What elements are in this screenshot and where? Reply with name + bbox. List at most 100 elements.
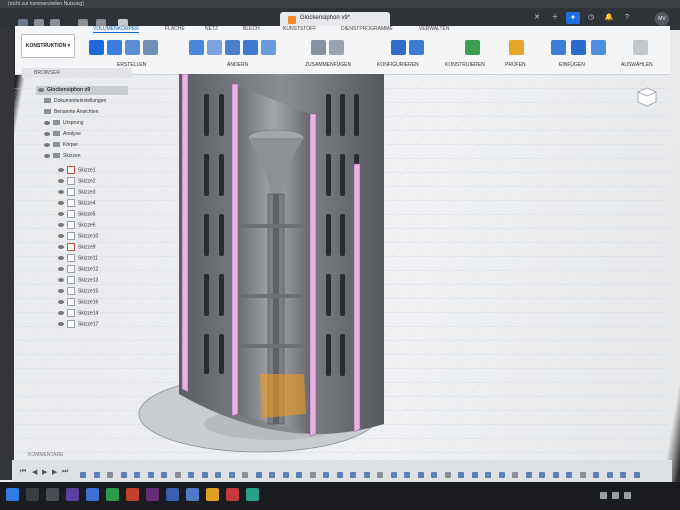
sketch-item[interactable]: Skizze9 [58,243,96,251]
as-built-joint-icon[interactable] [329,40,344,55]
timeline-feature-icon[interactable] [107,472,113,478]
timeline-feature-icon[interactable] [80,472,86,478]
hole-icon[interactable] [143,40,158,55]
timeline-feature-icon[interactable] [552,472,559,478]
timeline-feature-icon[interactable] [147,472,154,478]
timeline-feature-icon[interactable] [633,472,640,478]
timeline-feature-icon[interactable] [404,472,410,478]
sketch-item[interactable]: Skizze11 [58,254,98,262]
group-einfuegen[interactable]: EINFÜGEN [559,62,585,68]
revolve-icon[interactable] [125,40,140,55]
browser-item-koerper[interactable]: Körper [44,142,78,148]
group-konstruieren[interactable]: KONSTRUIEREN [445,62,485,68]
browser-item-benannte-ansichten[interactable]: Benannte Ansichten [44,109,98,115]
visibility-eye-icon[interactable] [38,87,44,92]
insert-mesh-icon[interactable] [571,40,586,55]
visibility-eye-icon[interactable] [44,131,50,136]
sketch-item[interactable]: Skizze14 [58,309,98,317]
offset-plane-icon[interactable] [465,40,480,55]
new-tab-icon[interactable]: ＋ [548,12,562,24]
sketch-item[interactable]: Skizze10 [58,232,98,240]
timeline-feature-icon[interactable] [161,472,167,478]
tab-flaeche[interactable]: FLÄCHE [165,26,185,32]
shell-icon[interactable] [243,40,258,55]
insert-canvas-icon[interactable] [591,40,606,55]
timeline-feature-icon[interactable] [390,472,397,478]
tray-icon[interactable] [612,492,619,499]
timeline-feature-icon[interactable] [431,472,437,478]
help-icon[interactable]: ? [620,12,634,24]
powerpoint-icon[interactable] [126,488,139,501]
tab-dienstprogramme[interactable]: DIENSTPROGRAMME [341,26,393,32]
timeline-feature-icon[interactable] [269,472,275,478]
timeline-feature-icon[interactable] [242,472,248,478]
sketch-item[interactable]: Skizze12 [58,265,98,273]
group-aendern[interactable]: ÄNDERN [227,62,248,68]
parameters-icon[interactable] [391,40,406,55]
sketch-item[interactable]: Skizze3 [58,188,96,196]
group-auswaehlen[interactable]: AUSWÄHLEN [621,62,653,68]
timeline-feature-icon[interactable] [458,472,464,478]
onenote-icon[interactable] [146,488,159,501]
browser-item-skizzen[interactable]: Skizzen [44,153,81,159]
sketch-item[interactable]: Skizze6 [58,221,96,229]
app-blue-icon[interactable] [186,488,199,501]
chamfer-icon[interactable] [225,40,240,55]
browser-item-dokumenteinstellungen[interactable]: Dokumenteinstellungen [44,98,106,104]
tray-icon[interactable] [624,492,631,499]
fillet-icon[interactable] [207,40,222,55]
visibility-eye-icon[interactable] [44,153,50,158]
timeline-feature-icon[interactable] [377,472,383,478]
task-view-icon[interactable] [26,488,39,501]
teams-icon[interactable] [66,488,79,501]
timeline-feature-icon[interactable] [255,472,262,478]
fusion-taskbar-icon[interactable] [206,488,219,501]
timeline-play-icon[interactable]: ▶ [42,468,47,476]
group-pruefen[interactable]: PRÜFEN [505,62,526,68]
comments-panel-label[interactable]: KOMMENTARE [28,452,63,458]
tab-verwalten[interactable]: VERWALTEN [419,26,449,32]
press-pull-icon[interactable] [189,40,204,55]
tab-volumenkoerper[interactable]: VOLUMENKÖRPER [93,26,139,33]
app-l-icon[interactable] [166,488,179,501]
group-konfigurieren[interactable]: KONFIGURIEREN [377,62,419,68]
sketch-item[interactable]: Skizze5 [58,210,96,218]
joint-icon[interactable] [311,40,326,55]
tray-icon[interactable] [600,492,607,499]
timeline-feature-icon[interactable] [309,472,316,478]
measure-icon[interactable] [509,40,524,55]
sketch-item[interactable]: Skizze1 [58,166,96,174]
timeline-feature-icon[interactable] [539,472,545,478]
timeline-feature-icon[interactable] [579,472,586,478]
app-teal-icon[interactable] [246,488,259,501]
view-cube[interactable] [636,86,658,108]
excel-icon[interactable] [106,488,119,501]
insert-derive-icon[interactable] [551,40,566,55]
browser-root[interactable]: Glockensiphon v9 [38,87,90,93]
new-component-icon[interactable] [89,40,104,55]
group-zusammenfuegen[interactable]: ZUSAMMENFÜGEN [305,62,351,68]
timeline-feature-icon[interactable] [593,472,599,478]
select-icon[interactable] [633,40,648,55]
visibility-eye-icon[interactable] [44,120,50,125]
timeline-feature-icon[interactable] [120,472,127,478]
timeline-back-icon[interactable]: ◀ [32,468,37,476]
tab-kunststoff[interactable]: KUNSTSTOFF [283,26,316,32]
tab-netz[interactable]: NETZ [205,26,218,32]
timeline-feature-icon[interactable] [566,472,572,478]
timeline-start-icon[interactable]: ⏮ [20,468,26,476]
timeline-end-icon[interactable]: ⏭ [62,468,68,476]
start-icon[interactable] [6,488,19,501]
sketch-item[interactable]: Skizze15 [58,287,98,295]
timeline-feature-icon[interactable] [296,472,302,478]
job-status-icon[interactable]: ◷ [584,12,598,24]
timeline-feature-icon[interactable] [134,472,140,478]
user-avatar[interactable]: MV [655,12,669,26]
app-red-icon[interactable] [226,488,239,501]
visibility-eye-icon[interactable] [44,142,50,147]
sketch-item[interactable]: Skizze16 [58,298,98,306]
timeline-feature-icon[interactable] [606,472,613,478]
timeline-feature-icon[interactable] [228,472,235,478]
timeline-feature-icon[interactable] [620,472,626,478]
configure-table-icon[interactable] [409,40,424,55]
